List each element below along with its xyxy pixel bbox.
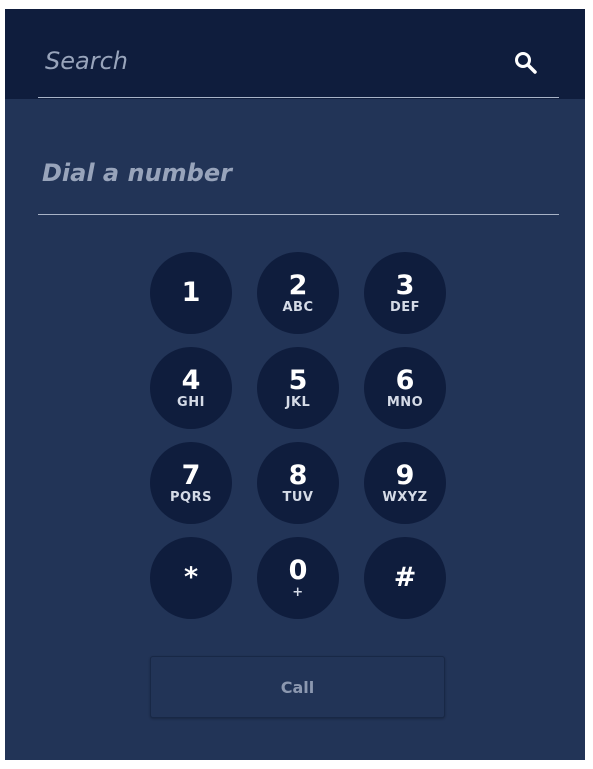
key-letters: WXYZ	[382, 490, 428, 505]
key-digit: 7	[181, 460, 201, 491]
key-letters: TUV	[282, 490, 314, 505]
key-letters: JKL	[285, 395, 311, 410]
key-digit: 6	[395, 365, 415, 396]
key-hash[interactable]: #	[364, 537, 446, 619]
key-1[interactable]: 1	[150, 252, 232, 334]
search-input[interactable]	[45, 43, 465, 79]
key-2[interactable]: 2 ABC	[257, 252, 339, 334]
key-0[interactable]: 0 +	[257, 537, 339, 619]
key-letters: GHI	[177, 395, 205, 410]
key-5[interactable]: 5 JKL	[257, 347, 339, 429]
key-4[interactable]: 4 GHI	[150, 347, 232, 429]
dial-keypad: 1 2 ABC 3 DEF 4 GHI 5 JKL 6 MNO 7 PQRS 8…	[150, 252, 447, 622]
key-digit: 5	[288, 365, 308, 396]
key-6[interactable]: 6 MNO	[364, 347, 446, 429]
key-digit: 2	[288, 270, 308, 301]
key-letters: MNO	[386, 395, 424, 410]
dial-underline	[38, 214, 559, 215]
key-9[interactable]: 9 WXYZ	[364, 442, 446, 524]
key-letters: PQRS	[170, 490, 212, 505]
call-button[interactable]: Call	[150, 656, 445, 718]
key-8[interactable]: 8 TUV	[257, 442, 339, 524]
key-digit: 4	[181, 365, 201, 396]
key-digit: *	[183, 562, 199, 593]
key-digit: 3	[395, 270, 415, 301]
key-letters: DEF	[389, 300, 421, 315]
key-7[interactable]: 7 PQRS	[150, 442, 232, 524]
key-digit: 1	[181, 277, 201, 308]
search-icon[interactable]	[513, 50, 539, 76]
search-underline	[38, 97, 559, 98]
key-3[interactable]: 3 DEF	[364, 252, 446, 334]
key-digit: 9	[395, 460, 415, 491]
key-digit: 8	[288, 460, 308, 491]
dial-number-input[interactable]	[42, 155, 522, 191]
key-star[interactable]: *	[150, 537, 232, 619]
search-header	[5, 9, 585, 99]
key-digit: #	[393, 562, 417, 593]
key-digit: 0	[288, 555, 308, 586]
key-letters: ABC	[282, 300, 314, 315]
key-letters: +	[292, 585, 304, 600]
dialer-panel: 1 2 ABC 3 DEF 4 GHI 5 JKL 6 MNO 7 PQRS	[5, 9, 585, 760]
